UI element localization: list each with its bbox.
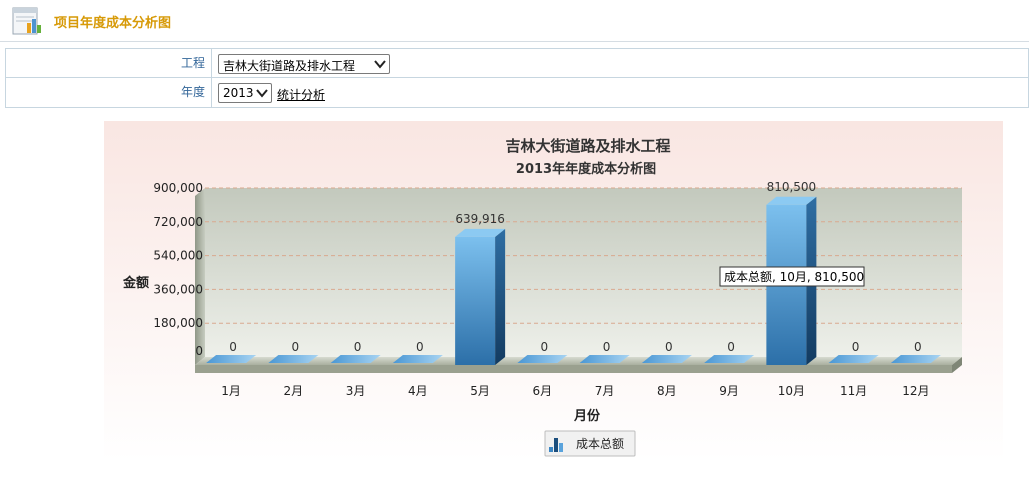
analyze-link[interactable]: 统计分析 [277,86,325,103]
bar-value-label: 0 [229,340,237,354]
page-header: 项目年度成本分析图 [0,0,1029,42]
x-tick-label: 11月 [840,384,867,398]
bar-value-label: 0 [727,340,735,354]
y-axis-label: 金额 [122,275,149,291]
year-select-value: 2013 [223,86,254,100]
y-tick-label: 0 [195,344,203,358]
project-row: 工程 吉林大街道路及排水工程 [6,49,1028,78]
y-tick-label: 900,000 [153,181,203,195]
bar-value-label: 0 [292,340,300,354]
bar-value-label: 0 [914,340,922,354]
chart-canvas: 0 180,000 360,000 540,000 720,000 900,000 0 0 0… [104,121,1003,461]
year-row: 年度 2013 统计分析 [6,78,1028,107]
year-select[interactable]: 2013 [218,83,272,103]
legend-swatch [559,443,563,452]
x-tick-label: 2月 [284,384,304,398]
year-label: 年度 [6,78,212,107]
legend-label: 成本总额 [576,437,624,451]
chart-legend: 成本总额 [544,430,636,457]
x-tick-label: 1月 [221,384,241,398]
chart-tooltip: 成本总额, 10月, 810,500 [719,266,865,287]
project-select-value: 吉林大街道路及排水工程 [223,59,356,73]
x-tick-label: 5月 [470,384,490,398]
x-tick-label: 7月 [595,384,615,398]
chevron-down-icon [374,60,386,69]
x-tick-label: 10月 [778,384,805,398]
legend-swatch [554,438,558,452]
bar-value-label: 0 [852,340,860,354]
tooltip-text: 成本总额, 10月, 810,500 [724,270,864,284]
legend-swatch [549,447,553,452]
bar-value-label: 0 [416,340,424,354]
bar-value-label: 0 [603,340,611,354]
project-select[interactable]: 吉林大街道路及排水工程 [218,54,390,74]
bar-value-label: 810,500 [767,180,817,194]
bar-value-label: 0 [665,340,673,354]
x-tick-label: 8月 [657,384,677,398]
filter-form: 工程 吉林大街道路及排水工程 年度 2013 统计分析 [5,48,1029,108]
x-tick-label: 4月 [408,384,428,398]
x-tick-label: 6月 [533,384,553,398]
x-axis-label: 月份 [573,408,601,424]
chevron-down-icon [256,89,268,98]
x-tick-label: 12月 [902,384,929,398]
bar-side [495,228,506,365]
chart-subtitle: 2013年年度成本分析图 [516,161,656,177]
app-root: 项目年度成本分析图 工程 吉林大街道路及排水工程 年度 2013 统计分析 0 … [0,0,1029,485]
y-tick-label: 720,000 [153,215,203,229]
x-tick-label: 3月 [346,384,366,398]
y-tick-label: 360,000 [153,282,203,296]
bar-chart-report-icon [12,7,41,35]
y-tick-label: 180,000 [153,316,203,330]
plot-floor-edge [195,365,952,373]
x-tick-label: 9月 [719,384,739,398]
cost-chart: 0 180,000 360,000 540,000 720,000 900,000 0 0 0… [104,121,1003,461]
page-title: 项目年度成本分析图 [54,16,172,31]
project-label: 工程 [6,49,212,78]
bar-value-label: 0 [541,340,549,354]
bar-front [455,236,496,365]
chart-title: 吉林大街道路及排水工程 [505,137,670,155]
y-tick-label: 540,000 [153,249,203,263]
bar-value-label: 639,916 [455,212,505,226]
bar-value-label: 0 [354,340,362,354]
